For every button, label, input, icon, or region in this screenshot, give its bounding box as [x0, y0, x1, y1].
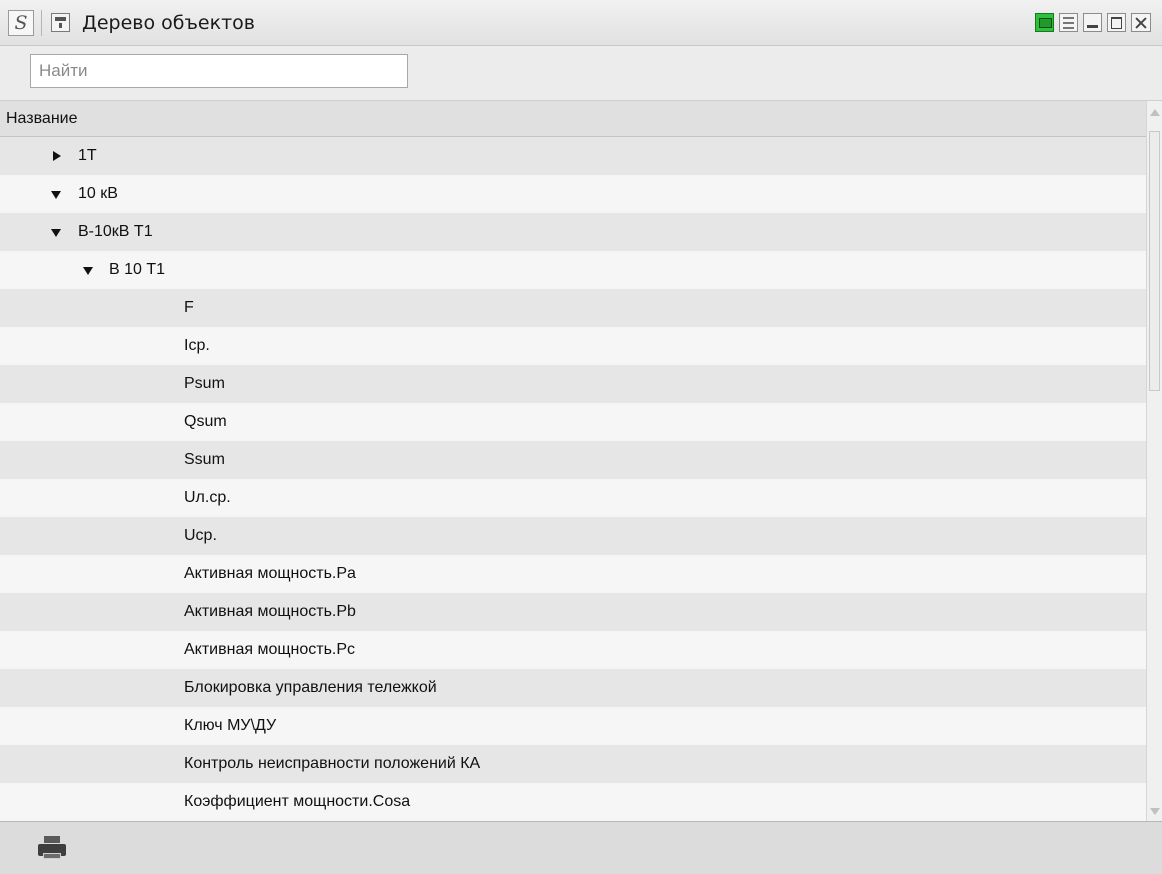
tree-row-label: Uл.ср. [184, 489, 231, 506]
collapse-panel-button[interactable] [1059, 13, 1078, 32]
tree-row[interactable]: Qsum [0, 403, 1146, 441]
tree-rows: 1T 10 кВ В-10кВ Т1 В 10 Т1 F Iср. Psum Qsum Ssum… [0, 137, 1146, 821]
tree-row-label: Qsum [184, 413, 227, 430]
object-tree: Название 1T 10 кВ В-10кВ Т1 В 10 Т1 F Iср. Psu… [0, 101, 1146, 821]
vertical-scrollbar[interactable] [1146, 101, 1162, 821]
scrollbar-thumb[interactable] [1149, 131, 1160, 391]
tree-row[interactable]: В 10 Т1 [0, 251, 1146, 289]
app-logo-icon: S [8, 10, 34, 36]
tree-row-label: 10 кВ [78, 185, 118, 202]
printer-slot-part [43, 853, 61, 859]
title-bar: S Дерево объектов [0, 0, 1162, 46]
tree-row[interactable]: Ключ МУ\ДУ [0, 707, 1146, 745]
tree-row[interactable]: 1T [0, 137, 1146, 175]
expand-arrow-down-icon[interactable] [50, 213, 64, 251]
scroll-down-icon[interactable] [1150, 808, 1160, 815]
printer-paper-part [44, 836, 60, 843]
tree-row-label: 1T [78, 147, 97, 164]
tree-row[interactable]: Блокировка управления тележкой [0, 669, 1146, 707]
tree-row-label: Контроль неисправности положений КА [184, 755, 481, 772]
printer-icon[interactable] [38, 836, 66, 862]
tree-row-label: Активная мощность.Pb [184, 603, 356, 620]
tree-row[interactable]: 10 кВ [0, 175, 1146, 213]
collapse-line-icon [1063, 22, 1074, 24]
bottom-toolbar [0, 821, 1162, 874]
tree-row-label: Активная мощность.Pa [184, 565, 356, 582]
tree-row-label: Iср. [184, 337, 210, 354]
collapse-line-icon [1063, 27, 1074, 29]
tree-row-label: Psum [184, 375, 225, 392]
tree-row[interactable]: В-10кВ Т1 [0, 213, 1146, 251]
minimize-button[interactable] [1083, 13, 1102, 32]
tree-row[interactable]: Коэффициент мощности.Cosa [0, 783, 1146, 821]
collapse-line-icon [1063, 17, 1074, 19]
tree-row-label: Ключ МУ\ДУ [184, 717, 277, 734]
tree-row-label: Ssum [184, 451, 225, 468]
tree-row[interactable]: F [0, 289, 1146, 327]
window-title: Дерево объектов [82, 12, 255, 34]
expand-arrow-down-icon[interactable] [50, 175, 64, 213]
tree-row[interactable]: Psum [0, 365, 1146, 403]
tree-row-label: Коэффициент мощности.Cosa [184, 793, 411, 810]
expand-arrow-down-icon[interactable] [82, 251, 96, 289]
maximize-button[interactable] [1107, 13, 1126, 32]
window-menu-icon[interactable] [51, 13, 70, 32]
tree-row[interactable]: Контроль неисправности положений КА [0, 745, 1146, 783]
tree-row-label: F [184, 299, 194, 316]
tree-row-label: Активная мощность.Pc [184, 641, 356, 658]
tree-row-label: В 10 Т1 [109, 261, 166, 278]
tree-row-label: Uср. [184, 527, 217, 544]
tree-row[interactable]: Uл.ср. [0, 479, 1146, 517]
tree-row[interactable]: Iср. [0, 327, 1146, 365]
tree-row-label: В-10кВ Т1 [78, 223, 153, 240]
object-tree-window: S Дерево объектов Название 1T 10 кВ В-10кВ… [0, 0, 1162, 874]
tree-row[interactable]: Активная мощность.Pc [0, 631, 1146, 669]
search-input[interactable] [30, 54, 408, 88]
tree-row-label: Блокировка управления тележкой [184, 679, 437, 696]
close-button[interactable] [1131, 13, 1151, 32]
search-bar [0, 46, 1162, 101]
title-divider [41, 10, 42, 36]
tree-row[interactable]: Uср. [0, 517, 1146, 555]
tree-row[interactable]: Активная мощность.Pa [0, 555, 1146, 593]
column-header-name[interactable]: Название [0, 101, 1146, 137]
tree-row[interactable]: Активная мощность.Pb [0, 593, 1146, 631]
expand-arrow-right-icon[interactable] [50, 137, 64, 175]
status-indicator-icon[interactable] [1035, 13, 1054, 32]
scroll-up-icon[interactable] [1150, 109, 1160, 116]
tree-row[interactable]: Ssum [0, 441, 1146, 479]
